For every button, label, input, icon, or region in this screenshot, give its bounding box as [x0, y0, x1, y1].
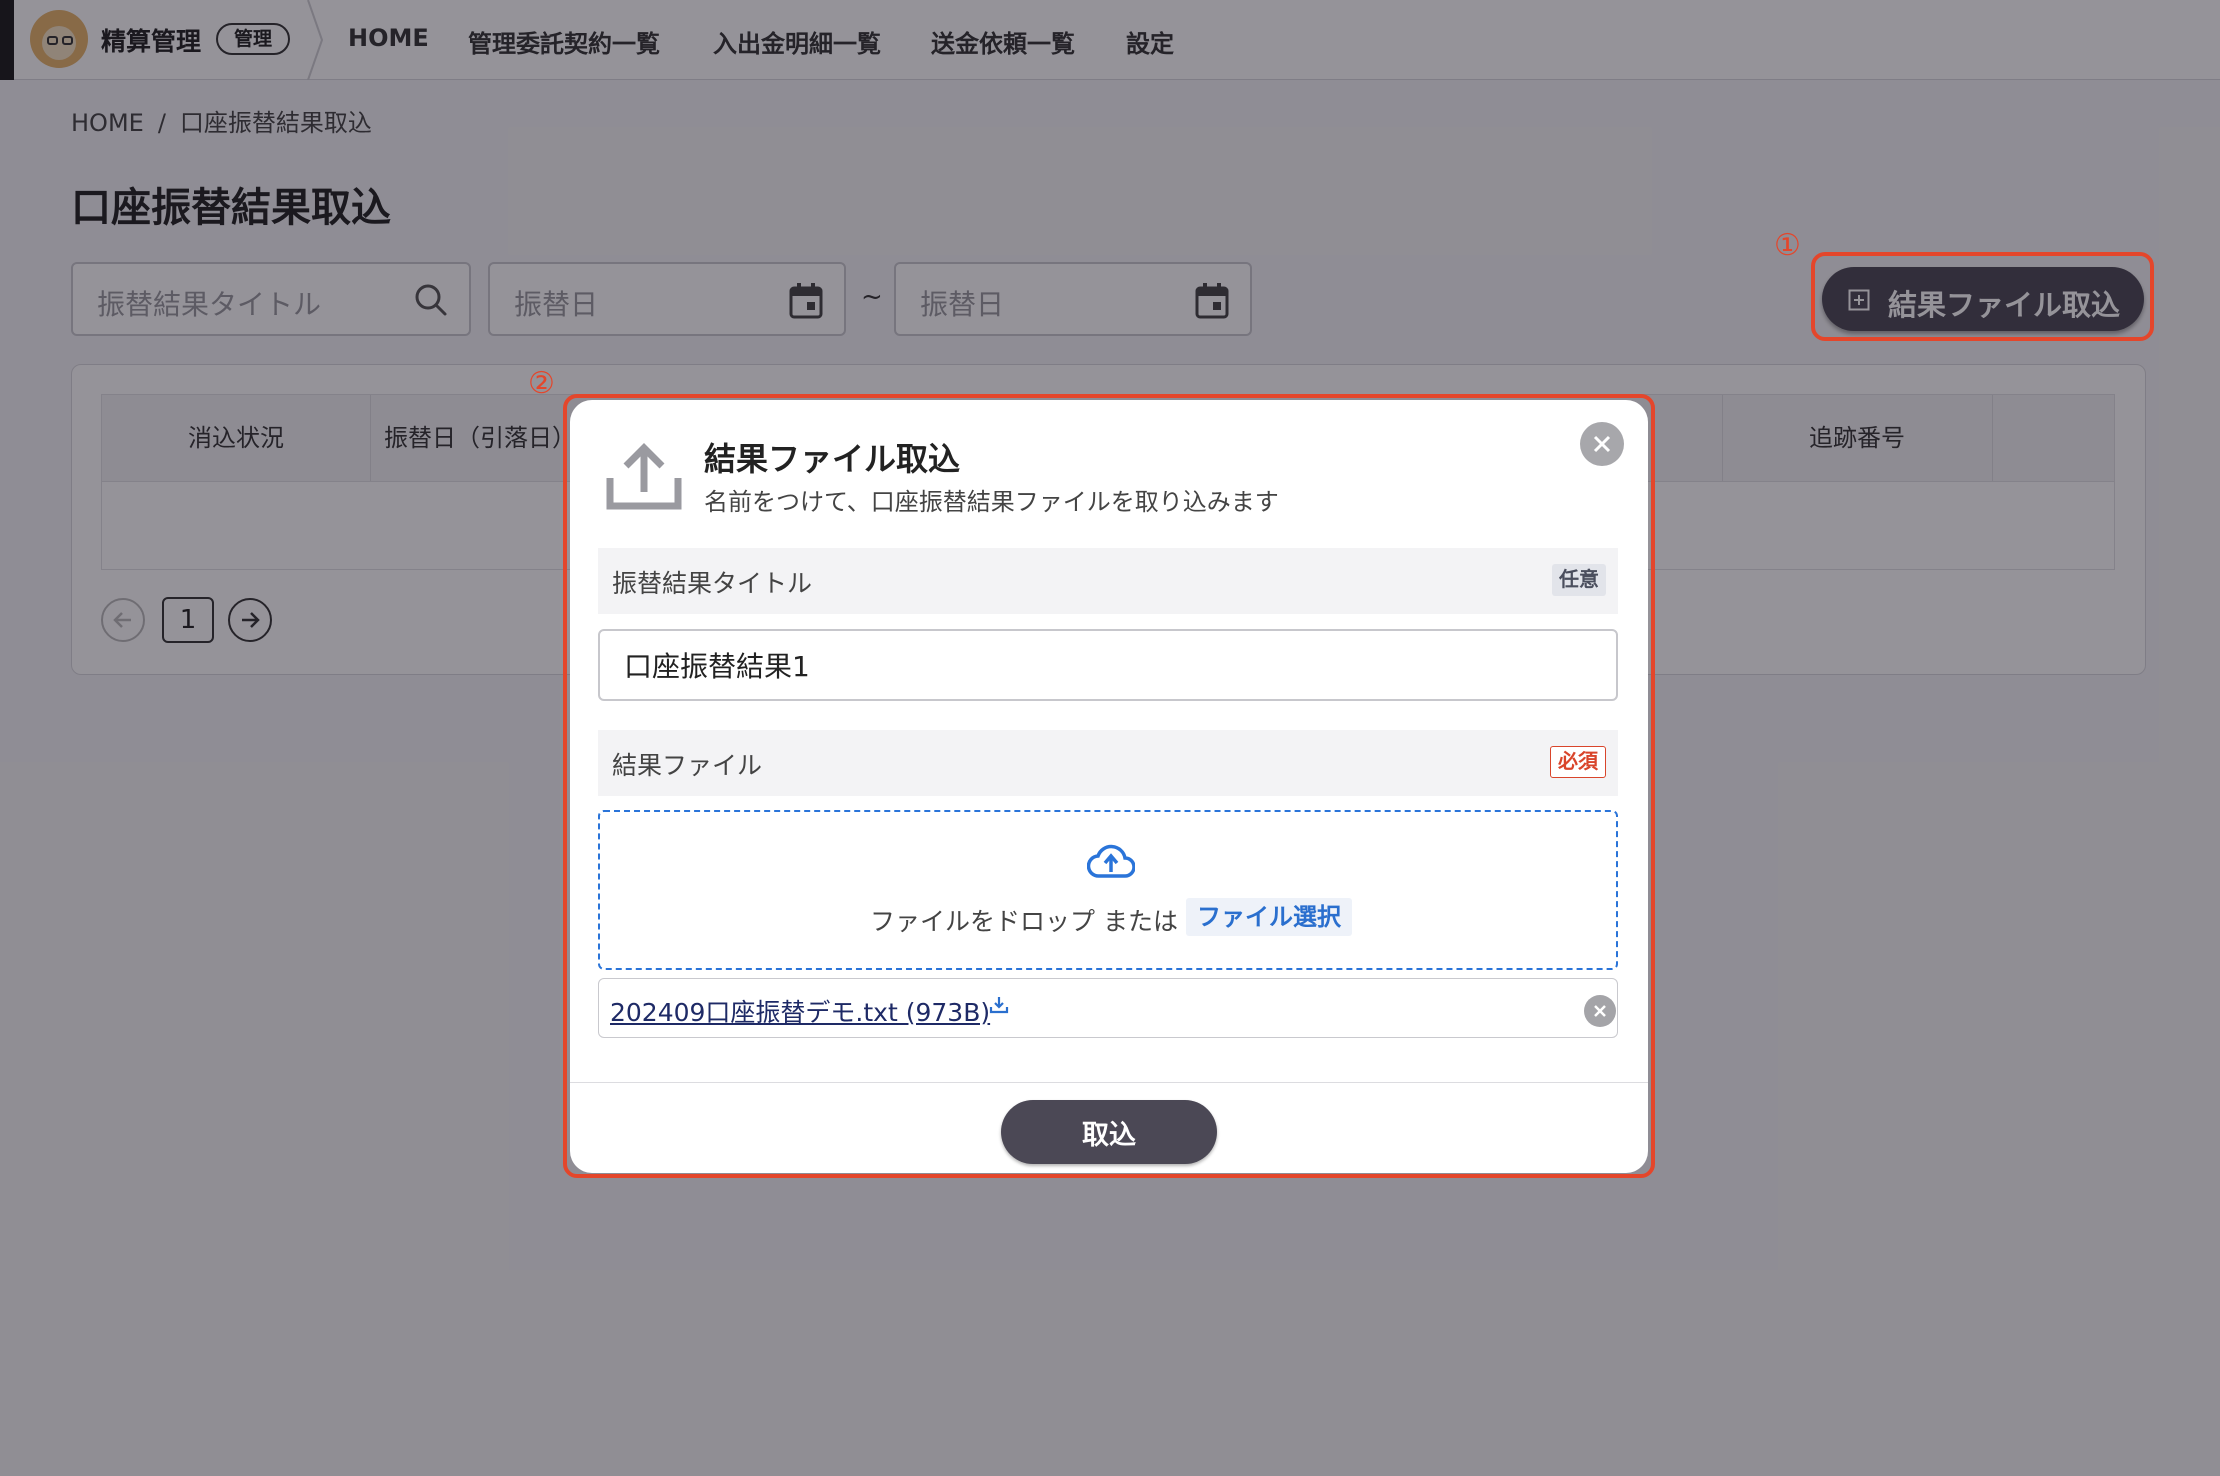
remove-file-button[interactable] — [1584, 995, 1616, 1027]
selected-file-link[interactable]: 202409口座振替デモ.txt (973B) — [610, 993, 990, 1029]
file-section-header: 結果ファイル 必須 — [598, 730, 1618, 796]
file-section-label: 結果ファイル — [612, 751, 763, 780]
optional-badge: 任意 — [1552, 564, 1606, 596]
title-section-label: 振替結果タイトル — [612, 569, 813, 598]
required-badge: 必須 — [1550, 746, 1606, 778]
import-modal: 結果ファイル取込 名前をつけて、口座振替結果ファイルを取り込みます 振替結果タイ… — [570, 400, 1648, 1173]
dropzone-text: ファイルをドロップ または — [870, 907, 1178, 936]
cloud-upload-icon — [1087, 844, 1135, 878]
file-select-button[interactable]: ファイル選択 — [1186, 898, 1352, 936]
close-icon — [1593, 435, 1611, 453]
title-section-header: 振替結果タイトル 任意 — [598, 548, 1618, 614]
annotation-step-2: ② — [528, 366, 555, 401]
modal-close-button[interactable] — [1580, 422, 1624, 466]
selected-file-row: 202409口座振替デモ.txt (973B) — [598, 978, 1618, 1038]
upload-icon — [606, 443, 682, 510]
submit-import-button[interactable]: 取込 — [1001, 1100, 1217, 1164]
modal-title: 結果ファイル取込 — [704, 440, 961, 478]
file-dropzone[interactable]: ファイルをドロップ または ファイル選択 — [598, 810, 1618, 970]
annotation-step-1: ① — [1774, 228, 1801, 263]
modal-subtitle: 名前をつけて、口座振替結果ファイルを取り込みます — [704, 488, 1279, 516]
modal-footer-divider — [570, 1082, 1648, 1083]
close-icon — [1594, 1005, 1606, 1017]
download-icon[interactable] — [988, 994, 1010, 1016]
result-title-input[interactable] — [598, 629, 1618, 701]
